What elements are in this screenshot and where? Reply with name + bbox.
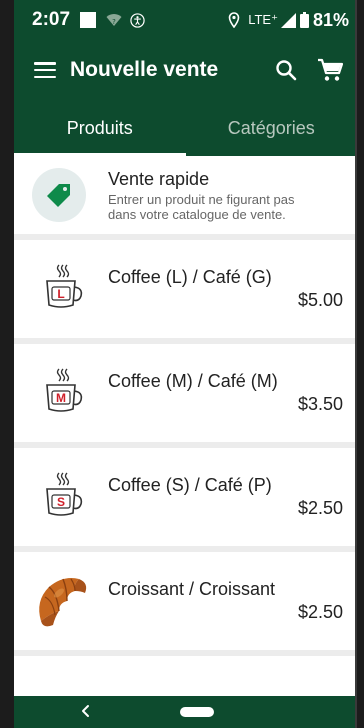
system-nav-bar [14,696,357,728]
product-name: Coffee (M) / Café (M) [108,371,278,391]
battery-percent: 81% [312,9,349,30]
product-image [28,566,98,636]
notification-square-icon [80,12,97,28]
product-item[interactable]: L Coffee (L) / Café (G) $5.00 [14,240,357,338]
product-item[interactable]: Croissant / Croissant $2.50 [14,552,357,650]
croissant-icon [39,578,87,627]
tag-icon [47,184,70,207]
product-image: M [28,358,98,428]
quick-sale-subtitle-line2: dans votre catalogue de vente. [108,206,286,222]
tab-produits[interactable]: Produits [14,100,186,156]
page-title: Nouvelle vente [70,58,219,81]
product-image: S [28,462,98,532]
back-chevron-icon[interactable] [80,704,90,718]
app-bar: Nouvelle vente [14,40,357,100]
location-icon [228,12,240,28]
accessibility-icon [130,12,145,28]
coffee-cup-icon: M [46,368,83,412]
device-frame-right [357,0,364,728]
cup-size-letter: S [57,495,65,509]
product-name: Croissant / Croissant [108,579,276,599]
status-time: 2:07 [32,9,71,30]
product-item-partial[interactable] [14,656,357,696]
svg-text:?: ? [112,18,116,26]
quick-sale-subtitle-line1: Entrer un produit ne figurant pas [108,191,295,207]
battery-icon [299,12,309,28]
coffee-cup-icon: L [46,264,83,308]
coffee-cup-icon: S [46,472,83,516]
cup-size-letter: L [57,287,64,301]
home-pill[interactable] [180,707,214,717]
search-icon[interactable] [275,59,297,81]
wifi-icon: ? [106,14,122,26]
product-price: $2.50 [297,602,343,622]
product-list[interactable]: Vente rapide Entrer un produit ne figura… [14,156,357,696]
product-price: $5.00 [297,290,343,310]
quick-sale-avatar [32,168,86,222]
cup-size-letter: M [56,391,66,405]
product-item[interactable]: M Coffee (M) / Café (M) $3.50 [14,344,357,442]
product-price: $2.50 [297,498,343,518]
product-price: $3.50 [297,394,343,414]
network-type-label: LTE⁺ [248,12,278,27]
status-bar: 2:07 ? LTE⁺ 81% [14,0,357,40]
device-frame-left [0,0,14,728]
tab-categories[interactable]: Catégories [186,100,358,156]
cart-icon[interactable] [317,58,343,82]
menu-icon[interactable] [34,62,56,78]
tab-label: Catégories [227,117,315,138]
product-name: Coffee (L) / Café (G) [108,267,272,287]
product-item[interactable]: S Coffee (S) / Café (P) $2.50 [14,448,357,546]
product-image: L [28,254,98,324]
quick-sale-item[interactable]: Vente rapide Entrer un produit ne figura… [14,156,357,234]
quick-sale-title: Vente rapide [108,168,210,189]
tab-label: Produits [66,117,133,138]
signal-icon [280,12,296,28]
tab-bar: Produits Catégories [14,100,357,156]
screen: 2:07 ? LTE⁺ 81% Nouvelle vente Produits … [14,0,357,728]
product-name: Coffee (S) / Café (P) [108,475,272,495]
